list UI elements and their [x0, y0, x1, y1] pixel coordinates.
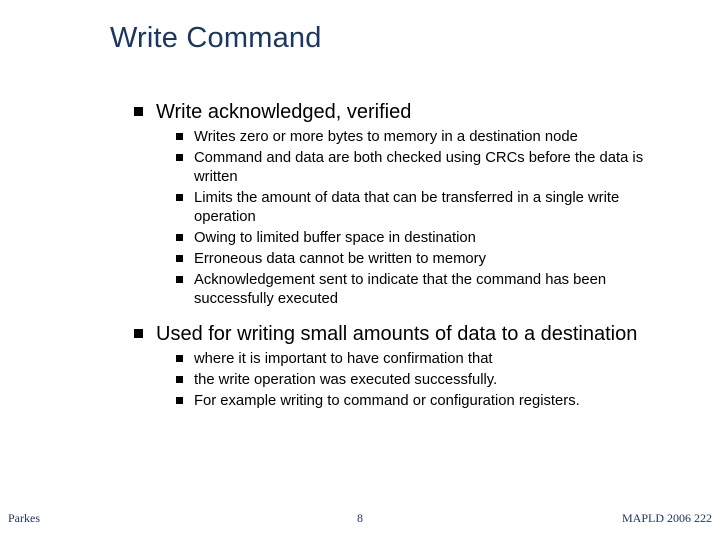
slide: Write Command Write acknowledged, verifi… — [0, 0, 720, 540]
sub-bullet-item: Owing to limited buffer space in destina… — [172, 229, 675, 248]
sub-bullet-list: where it is important to have confirmati… — [156, 350, 675, 411]
sub-bullet-item: Acknowledgement sent to indicate that th… — [172, 271, 675, 309]
sub-bullet-item: For example writing to command or config… — [172, 392, 675, 411]
sub-bullet-list: Writes zero or more bytes to memory in a… — [156, 128, 675, 308]
slide-title: Write Command — [110, 22, 680, 55]
slide-body: Write acknowledged, verified Writes zero… — [130, 100, 675, 490]
bullet-list: Write acknowledged, verified Writes zero… — [130, 100, 675, 411]
footer-page-number: 8 — [0, 511, 720, 526]
bullet-text: Write acknowledged, verified — [156, 101, 411, 123]
sub-bullet-item: Writes zero or more bytes to memory in a… — [172, 128, 675, 147]
bullet-item: Used for writing small amounts of data t… — [130, 322, 675, 411]
footer-conference: MAPLD 2006 222 — [622, 511, 712, 526]
sub-bullet-item: Limits the amount of data that can be tr… — [172, 189, 675, 227]
bullet-text: Used for writing small amounts of data t… — [156, 323, 637, 345]
sub-bullet-item: the write operation was executed success… — [172, 371, 675, 390]
sub-bullet-item: Erroneous data cannot be written to memo… — [172, 250, 675, 269]
bullet-item: Write acknowledged, verified Writes zero… — [130, 100, 675, 308]
sub-bullet-item: where it is important to have confirmati… — [172, 350, 675, 369]
sub-bullet-item: Command and data are both checked using … — [172, 149, 675, 187]
